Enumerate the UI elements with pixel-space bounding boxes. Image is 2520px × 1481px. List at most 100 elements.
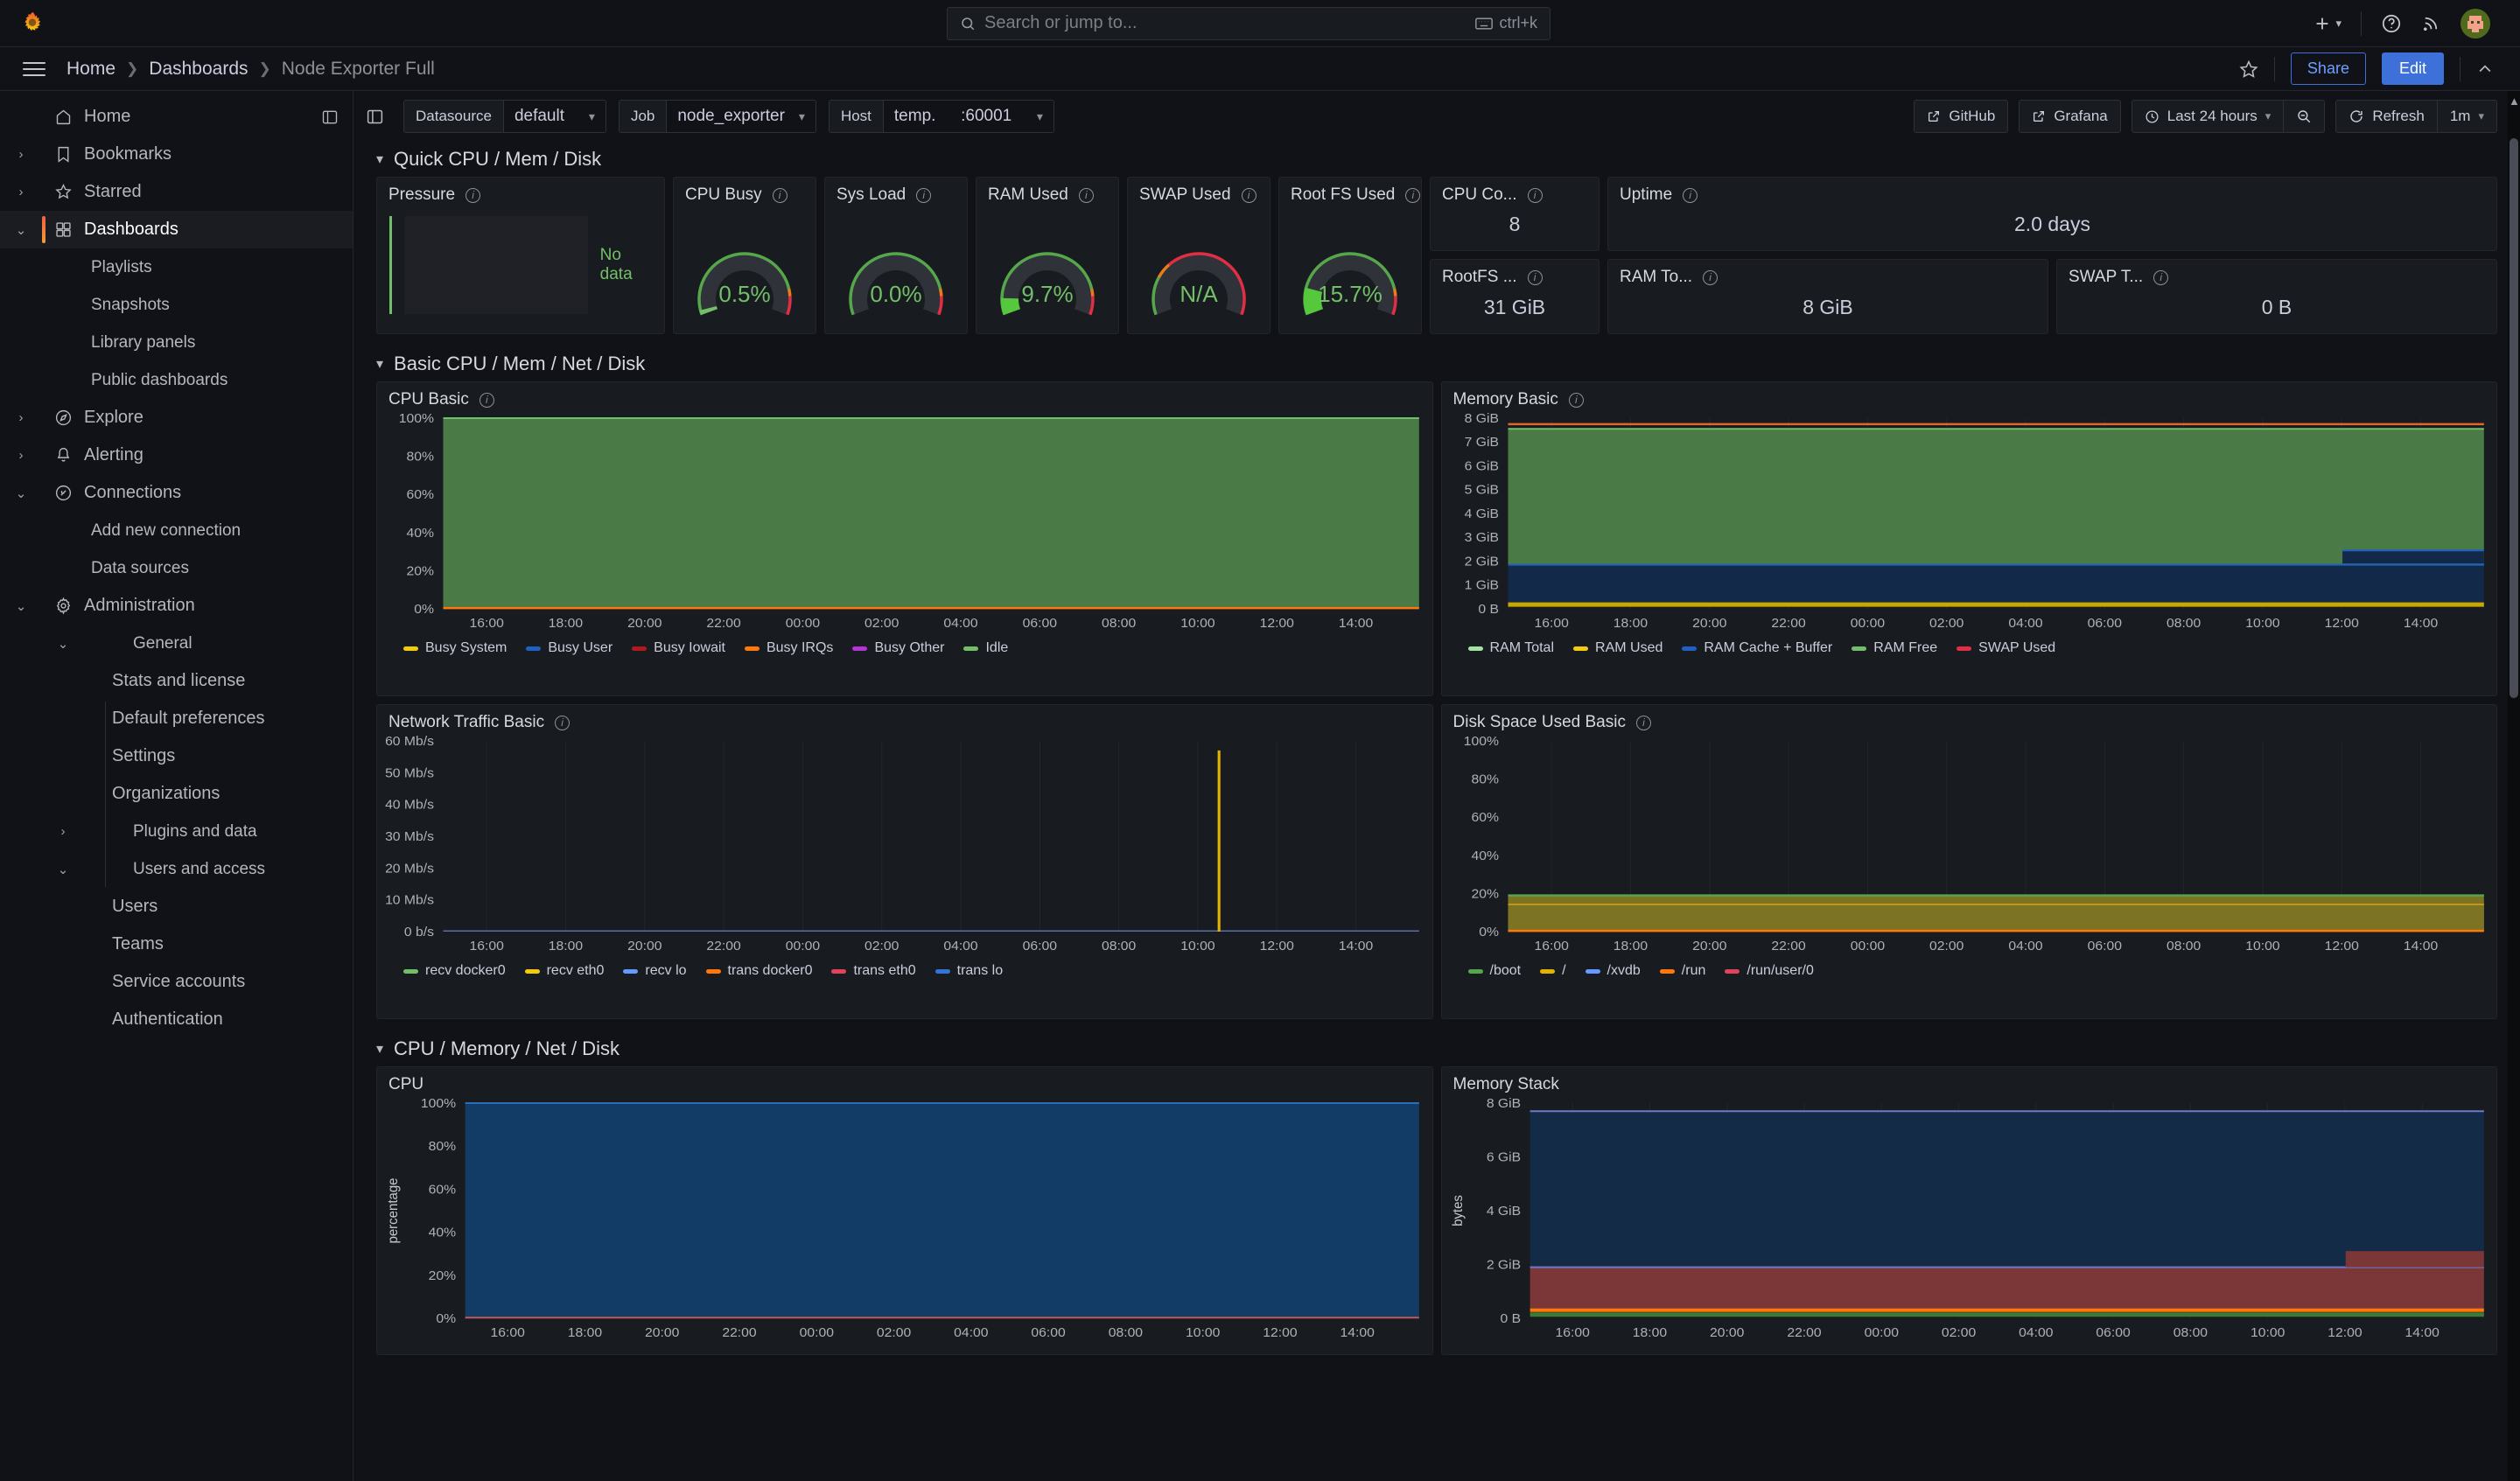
- chevron-up-icon[interactable]: [2476, 60, 2494, 78]
- legend-item[interactable]: Busy User: [526, 640, 612, 656]
- legend-item[interactable]: /xvdb: [1585, 963, 1641, 979]
- sidebar-item-snapshots[interactable]: Snapshots: [0, 286, 353, 324]
- sidebar-item-data-sources[interactable]: Data sources: [0, 549, 353, 587]
- sidebar-item-dashboards[interactable]: ⌄ Dashboards: [0, 211, 353, 248]
- sidebar-item-teams[interactable]: Teams: [0, 926, 353, 963]
- legend-item[interactable]: recv lo: [623, 963, 687, 979]
- row-header-quick[interactable]: ▾ Quick CPU / Mem / Disk: [354, 142, 2520, 177]
- row-header-basic[interactable]: ▾ Basic CPU / Mem / Net / Disk: [354, 346, 2520, 381]
- info-icon[interactable]: i: [479, 392, 494, 408]
- scrollbar-thumb[interactable]: [2510, 138, 2518, 698]
- zoom-out-button[interactable]: [2283, 100, 2326, 133]
- sidebar-item-bookmarks[interactable]: › Bookmarks: [0, 136, 353, 173]
- time-range-picker[interactable]: Last 24 hours ▾: [2131, 100, 2284, 133]
- chart-plot-area[interactable]: 8 GiB 7 GiB 6 GiB 5 GiB 4 GiB 3 GiB 2 GiB 1 GiB…: [1442, 409, 2497, 635]
- sidebar-item-users[interactable]: Users: [0, 888, 353, 926]
- legend-item[interactable]: /boot: [1467, 963, 1521, 979]
- legend-item[interactable]: recv docker0: [403, 963, 506, 979]
- info-icon[interactable]: i: [1568, 392, 1584, 408]
- y-tick-label: 7 GiB: [1464, 436, 1498, 451]
- add-new-button[interactable]: ▾: [2313, 14, 2342, 33]
- info-icon[interactable]: i: [466, 187, 481, 203]
- sidebar-item-library-panels[interactable]: Library panels: [0, 324, 353, 361]
- scroll-up-icon[interactable]: ▲: [2509, 94, 2520, 108]
- search-input[interactable]: Search or jump to... ctrl+k: [947, 6, 1550, 40]
- sidebar-item-administration[interactable]: ⌄ Administration: [0, 587, 353, 625]
- dock-panel-icon[interactable]: [366, 108, 384, 126]
- info-icon[interactable]: i: [2153, 269, 2169, 285]
- legend-item[interactable]: RAM Free: [1852, 640, 1937, 656]
- legend-item[interactable]: Idle: [963, 640, 1008, 656]
- legend-item[interactable]: Busy Other: [852, 640, 944, 656]
- info-icon[interactable]: i: [916, 187, 932, 203]
- legend-item[interactable]: Busy IRQs: [744, 640, 833, 656]
- legend-item[interactable]: /run: [1659, 963, 1705, 979]
- info-icon[interactable]: i: [1703, 269, 1718, 285]
- legend-item[interactable]: RAM Used: [1573, 640, 1662, 656]
- edit-button[interactable]: Edit: [2381, 52, 2444, 85]
- x-tick-label: 08:00: [2173, 1325, 2207, 1340]
- share-button[interactable]: Share: [2290, 52, 2366, 85]
- chart-plot-area[interactable]: 60 Mb/s 50 Mb/s 40 Mb/s 30 Mb/s 20 Mb/s 10 Mb…: [377, 732, 1432, 958]
- sidebar-item-default-preferences[interactable]: Default preferences: [0, 700, 353, 737]
- sidebar-item-connections[interactable]: ⌄ Connections: [0, 474, 353, 512]
- sidebar-item-alerting[interactable]: › Alerting: [0, 437, 353, 474]
- legend-item[interactable]: RAM Total: [1467, 640, 1554, 656]
- grafana-link-button[interactable]: Grafana: [2019, 100, 2121, 133]
- grafana-logo-icon[interactable]: [18, 9, 47, 38]
- info-icon[interactable]: i: [1527, 187, 1543, 203]
- chart-plot-area[interactable]: 100% 80% 60% 40% 20% 0% 16:00 18:00 20:00 22:00 00…: [377, 1094, 1432, 1345]
- scrollbar[interactable]: ▲: [2508, 91, 2520, 1481]
- info-icon[interactable]: i: [555, 715, 570, 730]
- chart-plot-area[interactable]: 100% 80% 60% 40% 20% 0% 16:00 18:00 20:00 22:00 00…: [377, 409, 1432, 635]
- row-header-cpu-memory[interactable]: ▾ CPU / Memory / Net / Disk: [354, 1031, 2520, 1066]
- legend-item[interactable]: trans docker0: [705, 963, 812, 979]
- sidebar-item-general[interactable]: ⌄ General: [0, 625, 353, 662]
- legend-item[interactable]: trans lo: [934, 963, 1003, 979]
- sidebar-item-settings[interactable]: Settings: [0, 737, 353, 775]
- refresh-interval-select[interactable]: 1m ▾: [2436, 100, 2497, 133]
- breadcrumb-item-dashboards[interactable]: Dashboards: [149, 59, 248, 80]
- variable-select-datasource[interactable]: default ▾: [502, 100, 606, 133]
- chart-plot-area[interactable]: 100% 80% 60% 40% 20% 0% 16:00 18:00 20:00 22:00 00…: [1442, 732, 2497, 958]
- legend-item[interactable]: RAM Cache + Buffer: [1682, 640, 1832, 656]
- info-icon[interactable]: i: [1683, 187, 1698, 203]
- breadcrumb-item-home[interactable]: Home: [66, 59, 116, 80]
- legend-item[interactable]: /run/user/0: [1725, 963, 1814, 979]
- legend-item[interactable]: /: [1540, 963, 1566, 979]
- legend-item[interactable]: Busy Iowait: [632, 640, 725, 656]
- sidebar-item-starred[interactable]: › Starred: [0, 173, 353, 211]
- sidebar-item-public-dashboards[interactable]: Public dashboards: [0, 361, 353, 399]
- variable-select-host[interactable]: temp. :60001 ▾: [882, 100, 1054, 133]
- sidebar-item-service-accounts[interactable]: Service accounts: [0, 963, 353, 1001]
- chart-plot-area[interactable]: 8 GiB 6 GiB 4 GiB 2 GiB 0 B 16:00 18:00 20:00 22…: [1442, 1094, 2497, 1345]
- sidebar-item-plugins-and-data[interactable]: › Plugins and data: [0, 813, 353, 850]
- info-icon[interactable]: i: [1527, 269, 1543, 285]
- legend-item[interactable]: trans eth0: [831, 963, 916, 979]
- info-icon[interactable]: i: [772, 187, 788, 203]
- sidebar-item-authentication[interactable]: Authentication: [0, 1001, 353, 1038]
- info-icon[interactable]: i: [1405, 187, 1421, 203]
- rss-icon[interactable]: [2421, 13, 2441, 33]
- dock-panel-icon[interactable]: [321, 108, 339, 126]
- star-outline-icon[interactable]: [2239, 59, 2258, 79]
- info-icon[interactable]: i: [1078, 187, 1094, 203]
- refresh-button[interactable]: Refresh: [2335, 100, 2437, 133]
- info-icon[interactable]: i: [1635, 715, 1651, 730]
- sidebar-item-organizations[interactable]: Organizations: [0, 775, 353, 813]
- legend-item[interactable]: recv eth0: [524, 963, 604, 979]
- hamburger-menu-icon[interactable]: [23, 61, 46, 76]
- avatar[interactable]: [2460, 8, 2490, 38]
- sidebar-item-home[interactable]: Home: [0, 98, 353, 136]
- help-circle-icon[interactable]: [2381, 13, 2402, 34]
- info-icon[interactable]: i: [1241, 187, 1256, 203]
- sidebar-item-playlists[interactable]: Playlists: [0, 248, 353, 286]
- variable-select-job[interactable]: node_exporter ▾: [666, 100, 816, 133]
- legend-item[interactable]: SWAP Used: [1956, 640, 2055, 656]
- sidebar-item-explore[interactable]: › Explore: [0, 399, 353, 437]
- github-link-button[interactable]: GitHub: [1914, 100, 2009, 133]
- sidebar-item-add-new-connection[interactable]: Add new connection: [0, 512, 353, 549]
- sidebar-item-users-and-access[interactable]: ⌄ Users and access: [0, 850, 353, 888]
- legend-item[interactable]: Busy System: [403, 640, 507, 656]
- sidebar-item-stats-and-license[interactable]: Stats and license: [0, 662, 353, 700]
